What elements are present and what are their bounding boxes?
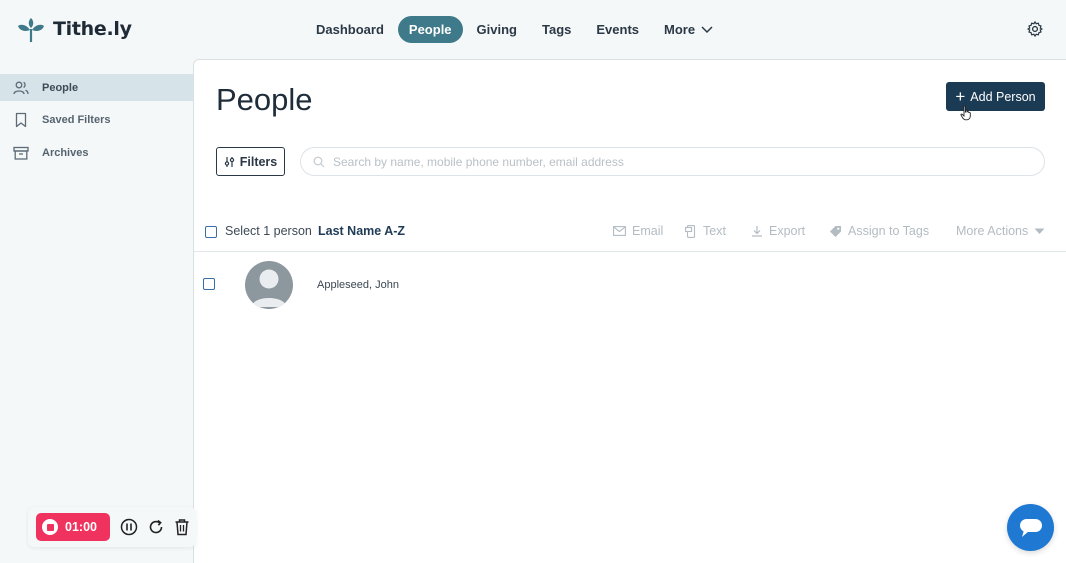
main-nav: Dashboard People Giving Tags Events More: [305, 16, 727, 43]
download-icon: [752, 226, 762, 237]
sidebar-item-people[interactable]: People: [0, 74, 193, 101]
search-icon: [313, 156, 325, 167]
nav-more[interactable]: More: [653, 16, 724, 43]
text-action[interactable]: Text: [685, 224, 726, 238]
sidebar-item-label: Saved Filters: [42, 113, 111, 126]
text-action-label: Text: [703, 224, 726, 238]
screen-recorder: 01:00: [28, 507, 196, 547]
chat-button[interactable]: [1007, 504, 1054, 551]
top-bar: Tithe.ly Dashboard People Giving Tags Ev…: [0, 0, 1066, 60]
caret-down-icon: [1034, 228, 1045, 234]
phone-message-icon: [685, 224, 696, 238]
select-count-label: Select 1 person: [225, 224, 312, 238]
nav-dashboard[interactable]: Dashboard: [305, 16, 395, 43]
nav-events[interactable]: Events: [585, 16, 650, 43]
main-panel: People + Add Person Filters Select 1 per…: [193, 59, 1066, 563]
email-action-label: Email: [632, 224, 664, 238]
sidebar-item-saved-filters[interactable]: Saved Filters: [0, 106, 193, 133]
recording-timer: 01:00: [65, 520, 97, 534]
export-action-label: Export: [769, 224, 806, 238]
table-row[interactable]: Appleseed, John: [194, 253, 1066, 319]
pause-icon[interactable]: [120, 518, 138, 536]
search-box: [300, 147, 1045, 176]
logo[interactable]: Tithe.ly: [17, 15, 132, 43]
gear-icon[interactable]: [1026, 20, 1044, 38]
nav-label: People: [408, 22, 452, 37]
list-toolbar: Select 1 person Last Name A-Z Email Text…: [194, 220, 1066, 252]
nav-label: Events: [596, 22, 640, 37]
search-input[interactable]: [333, 154, 1013, 169]
sort-dropdown[interactable]: Last Name A-Z: [318, 224, 405, 238]
page-title: People: [216, 82, 313, 117]
filters-label: Filters: [239, 154, 278, 169]
nav-label: Dashboard: [316, 22, 384, 37]
envelope-icon: [613, 226, 626, 236]
sliders-icon: [224, 156, 234, 167]
sidebar-item-label: Archives: [42, 146, 89, 159]
restart-icon[interactable]: [147, 518, 165, 536]
sidebar: People Saved Filters Archives: [0, 60, 193, 563]
stop-icon: [42, 519, 58, 535]
avatar: [245, 261, 293, 309]
row-checkbox[interactable]: [203, 278, 215, 290]
select-all-checkbox[interactable]: [205, 226, 217, 238]
nav-people[interactable]: People: [397, 16, 463, 43]
chevron-down-icon: [701, 25, 713, 33]
plus-icon: +: [955, 87, 966, 106]
email-action[interactable]: Email: [613, 224, 663, 238]
hand-cursor-icon: [960, 105, 971, 121]
more-actions-dropdown[interactable]: More Actions: [956, 224, 1045, 238]
tithely-logo-icon: [18, 18, 44, 42]
filters-button[interactable]: Filters: [216, 147, 285, 176]
trash-icon[interactable]: [174, 518, 190, 536]
bookmark-icon: [15, 112, 27, 127]
brand-name: Tithe.ly: [53, 18, 132, 40]
chat-icon: [1019, 518, 1042, 537]
nav-label: Giving: [476, 22, 517, 37]
archive-icon: [13, 146, 29, 160]
people-icon: [13, 81, 29, 94]
add-person-label: Add Person: [970, 89, 1036, 104]
sidebar-item-archives[interactable]: Archives: [0, 139, 193, 166]
nav-tags[interactable]: Tags: [531, 16, 582, 43]
more-actions-label: More Actions: [956, 224, 1029, 238]
assign-to-tags-action[interactable]: Assign to Tags: [829, 224, 929, 238]
tag-icon: [830, 225, 841, 237]
person-name[interactable]: Appleseed, John: [317, 279, 399, 291]
user-silhouette-icon: [252, 269, 286, 307]
nav-label: More: [664, 22, 696, 37]
assign-to-tags-label: Assign to Tags: [848, 224, 930, 238]
nav-giving[interactable]: Giving: [466, 16, 528, 43]
nav-label: Tags: [541, 22, 572, 37]
stop-recording-button[interactable]: 01:00: [36, 513, 110, 541]
export-action[interactable]: Export: [751, 224, 805, 238]
sidebar-item-label: People: [42, 81, 79, 94]
